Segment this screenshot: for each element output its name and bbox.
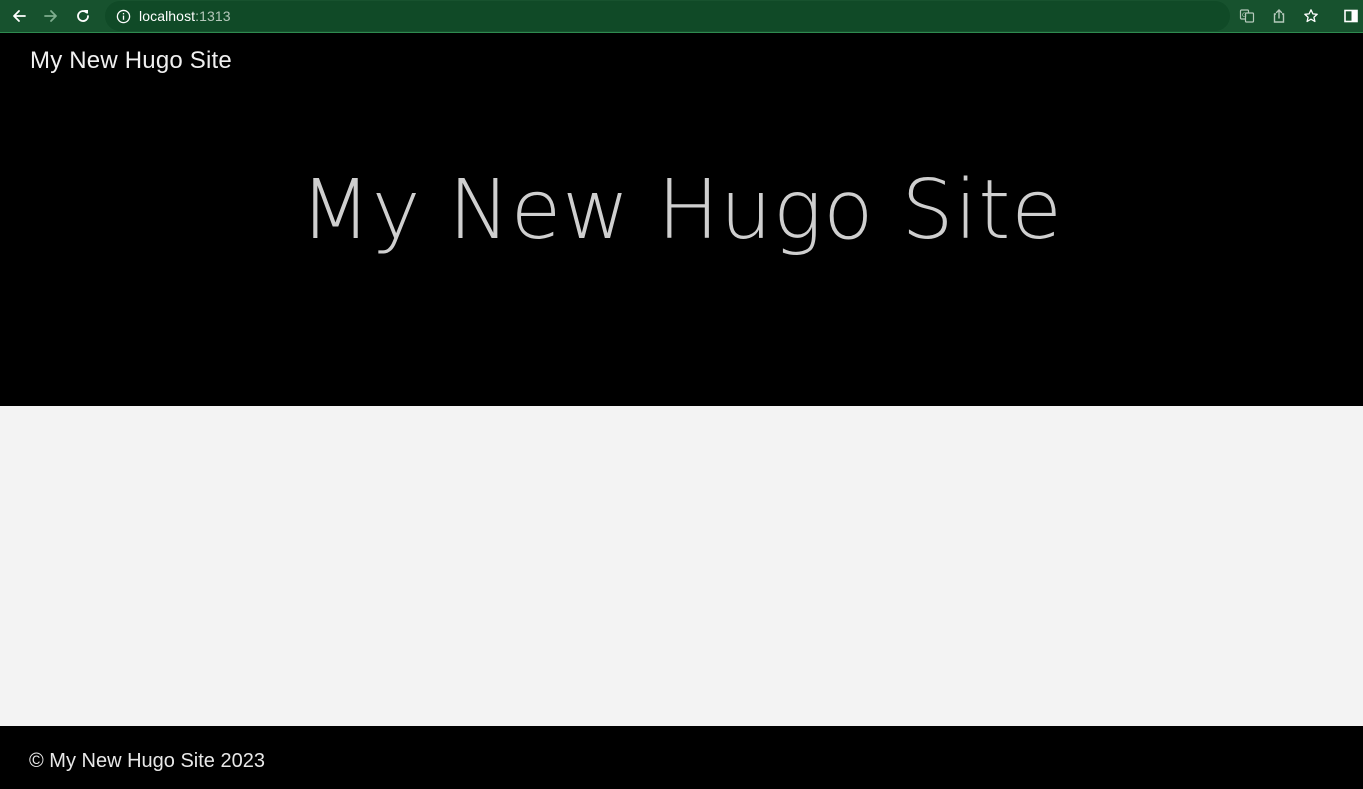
site-footer: © My New Hugo Site 2023 — [0, 726, 1363, 789]
info-icon[interactable] — [115, 8, 131, 24]
sidebar-button[interactable] — [1339, 4, 1363, 28]
bookmark-button[interactable] — [1299, 4, 1323, 28]
site-brand-link[interactable]: My New Hugo Site — [30, 47, 232, 75]
url-text: localhost:1313 — [139, 8, 231, 24]
svg-text:G: G — [1242, 12, 1247, 19]
forward-arrow-icon — [44, 10, 57, 22]
url-port: :1313 — [195, 8, 231, 24]
translate-button[interactable]: G — [1235, 4, 1259, 28]
reload-button[interactable] — [67, 2, 99, 30]
footer-copyright: © My New Hugo Site 2023 — [29, 750, 265, 772]
reload-icon — [77, 10, 89, 22]
share-icon — [1273, 9, 1285, 23]
address-bar[interactable]: localhost:1313 — [105, 1, 1230, 31]
site-header: My New Hugo Site My New Hugo Site — [0, 33, 1363, 406]
forward-button[interactable] — [35, 2, 67, 30]
browser-toolbar: localhost:1313 G — [0, 0, 1363, 33]
hero-title: My New Hugo Site — [300, 163, 1063, 258]
star-icon — [1304, 9, 1318, 23]
sidebar-icon — [1344, 9, 1358, 23]
main-content — [0, 406, 1363, 726]
translate-icon: G — [1239, 9, 1255, 23]
share-button[interactable] — [1267, 4, 1291, 28]
url-host: localhost — [139, 8, 196, 24]
back-arrow-icon — [13, 10, 26, 22]
back-button[interactable] — [3, 2, 35, 30]
